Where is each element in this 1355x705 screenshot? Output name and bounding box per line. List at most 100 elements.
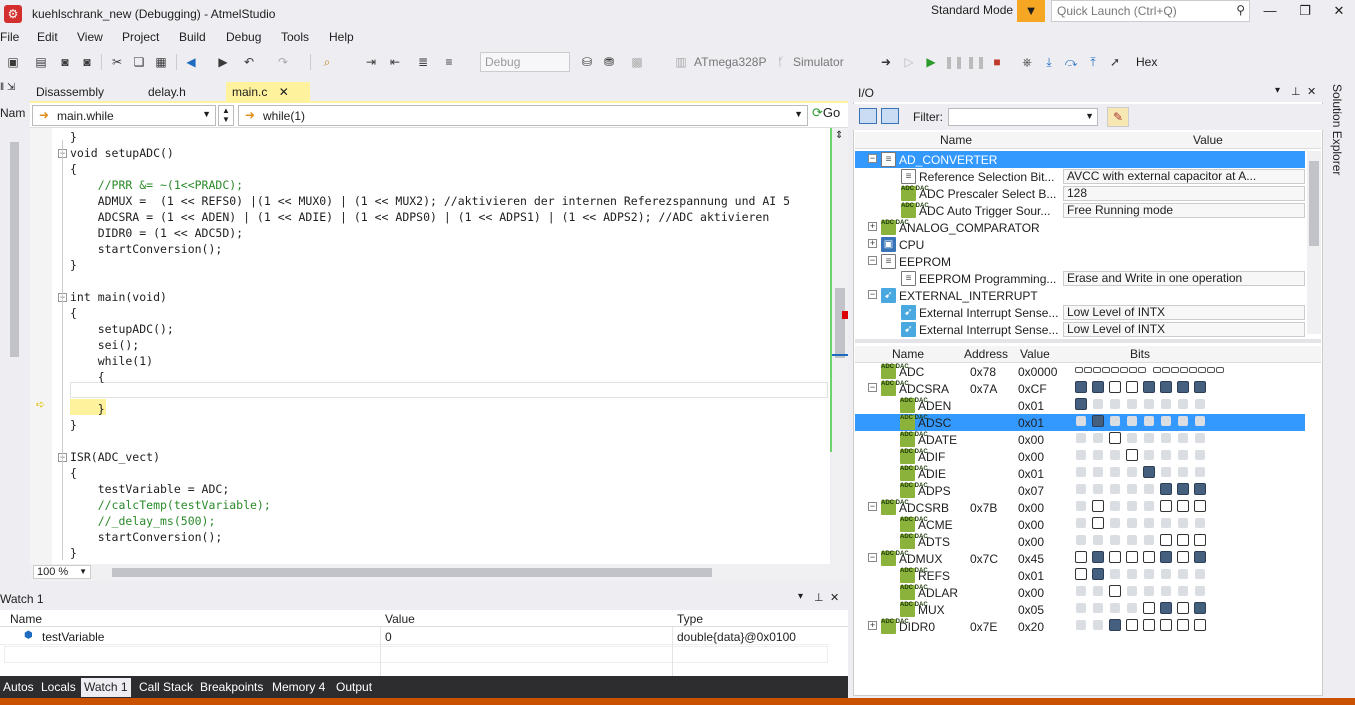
hscroll-thumb[interactable] — [112, 568, 712, 577]
copy-icon[interactable]: ❏ — [130, 53, 148, 71]
collapse-icon[interactable]: − — [868, 256, 877, 265]
tab-call-stack[interactable]: Call Stack — [136, 678, 196, 697]
tab-memory-4[interactable]: Memory 4 — [269, 678, 328, 697]
bit-cell[interactable] — [1194, 500, 1206, 512]
tab-disassembly[interactable]: Disassembly — [30, 82, 110, 102]
code-line[interactable]: { — [70, 306, 77, 322]
bit-cell[interactable] — [1160, 534, 1172, 546]
code-horizontal-scrollbar[interactable] — [30, 564, 848, 581]
menu-help[interactable]: Help — [329, 30, 354, 44]
tab-main-c[interactable]: main.c ✕ — [226, 82, 310, 102]
nav-spinner[interactable]: ▲ ▼ — [218, 105, 234, 126]
start-without-debug-icon[interactable]: ▷ — [900, 53, 918, 71]
periph-col-name[interactable]: Name — [940, 133, 972, 147]
panel-splitter[interactable] — [855, 339, 1321, 343]
table-row[interactable]: ⬢ testVariable 0 double{data}@0x0100 — [0, 628, 828, 645]
atmel-studio-icon[interactable]: ⚙ — [4, 5, 22, 23]
register-value[interactable]: 0x45 — [1018, 552, 1044, 566]
code-line[interactable]: sei(); — [70, 338, 140, 354]
reg-col-address[interactable]: Address — [964, 347, 1008, 361]
bit-cell[interactable] — [1143, 619, 1155, 631]
register-value[interactable]: 0x01 — [1018, 416, 1044, 430]
code-line[interactable]: } — [70, 130, 77, 146]
bit-cell[interactable] — [1194, 483, 1206, 495]
bit-cell[interactable] — [1160, 619, 1172, 631]
run-to-cursor-icon[interactable]: ➚ — [1106, 53, 1124, 71]
dropdown-icon[interactable]: ▾ — [798, 591, 803, 602]
peripheral-value[interactable]: Low Level of INTX — [1063, 322, 1305, 337]
register-value[interactable]: 0x0000 — [1018, 365, 1057, 379]
code-line[interactable]: ADCSRA = (1 << ADEN) | (1 << ADIE) | (1 … — [70, 210, 770, 226]
save-icon[interactable]: ◙ — [56, 53, 74, 71]
tab-delay-h[interactable]: delay.h — [142, 82, 192, 102]
code-line[interactable]: { — [70, 370, 105, 386]
bit-cell[interactable] — [1126, 381, 1138, 393]
list-item[interactable]: − ≡ EEPROM — [855, 253, 1305, 270]
code-line[interactable]: //_delay_ms(500); — [70, 514, 216, 530]
watch-col-value[interactable]: Value — [385, 612, 415, 626]
code-line[interactable]: } — [70, 418, 77, 434]
bit-cell[interactable] — [1160, 500, 1172, 512]
indent-icon[interactable]: ⇥ — [362, 53, 380, 71]
restore-icon[interactable]: ❐ — [1292, 2, 1318, 22]
bit-cell[interactable] — [1075, 381, 1087, 393]
code-line[interactable]: int main(void) — [70, 290, 167, 306]
peripheral-scrollbar[interactable] — [1307, 151, 1321, 334]
register-value[interactable]: 0x00 — [1018, 535, 1044, 549]
register-value[interactable]: 0x00 — [1018, 433, 1044, 447]
tab-output[interactable]: Output — [333, 678, 375, 697]
code-line[interactable]: DIDR0 = (1 << ADC5D); — [70, 226, 243, 242]
bit-cell[interactable] — [1180, 367, 1188, 373]
bit-cell[interactable] — [1084, 367, 1092, 373]
bit-cell[interactable] — [1126, 619, 1138, 631]
register-value[interactable]: 0x05 — [1018, 603, 1044, 617]
build-icon[interactable]: ⛁ — [578, 53, 596, 71]
go-button[interactable]: ⟳Go — [812, 105, 848, 126]
hex-toggle[interactable]: Hex — [1136, 55, 1157, 69]
bit-cell[interactable] — [1109, 619, 1121, 631]
chip-icon[interactable]: ▥ — [672, 53, 690, 71]
bit-cell[interactable] — [1075, 551, 1087, 563]
bit-cell[interactable] — [1160, 551, 1172, 563]
rebuild-icon[interactable]: ⛃ — [600, 53, 618, 71]
scope-select[interactable]: ➜ main.while ▼ — [32, 105, 216, 126]
pin-icon[interactable]: ‖ ⇲ — [0, 82, 24, 98]
hammer-icon[interactable]: ᚶ — [772, 53, 790, 71]
bit-cell[interactable] — [1143, 381, 1155, 393]
pin-icon[interactable]: ⊥ — [814, 591, 824, 604]
bit-cell[interactable] — [1102, 367, 1110, 373]
new-project-icon[interactable]: ▣ — [4, 53, 22, 71]
restart-icon[interactable]: ⎈ — [1018, 53, 1036, 71]
bit-cell[interactable] — [1120, 367, 1128, 373]
bit-cell[interactable] — [1194, 551, 1206, 563]
bit-cell[interactable] — [1194, 534, 1206, 546]
bit-cell[interactable] — [1109, 432, 1121, 444]
bit-cell[interactable] — [1177, 500, 1189, 512]
bit-cell[interactable] — [1207, 367, 1215, 373]
register-value[interactable]: 0x20 — [1018, 620, 1044, 634]
collapse-icon[interactable]: − — [868, 290, 877, 299]
outdent-icon[interactable]: ⇤ — [386, 53, 404, 71]
code-line[interactable]: ADMUX = (1 << REFS0) |(1 << MUX0) | (1 <… — [70, 194, 790, 210]
stop-icon[interactable]: ■ — [988, 53, 1006, 71]
bit-cell[interactable] — [1092, 381, 1104, 393]
code-line[interactable]: //calcTemp(testVariable); — [70, 498, 271, 514]
device-programming-icon[interactable]: ▩ — [628, 53, 646, 71]
code-line[interactable]: { — [70, 162, 77, 178]
bit-cell[interactable] — [1075, 367, 1083, 373]
bit-cell[interactable] — [1143, 602, 1155, 614]
tool-label[interactable]: Simulator — [793, 55, 844, 69]
bit-cell[interactable] — [1198, 367, 1206, 373]
register-value[interactable]: 0x01 — [1018, 467, 1044, 481]
save-all-icon[interactable]: ◙ — [78, 53, 96, 71]
reg-col-value[interactable]: Value — [1020, 347, 1050, 361]
redo-icon[interactable]: ↷ — [274, 53, 292, 71]
tab-autos[interactable]: Autos — [0, 678, 37, 697]
io-filter-input[interactable]: ▼ — [948, 108, 1098, 126]
list-item[interactable]: − ➹ EXTERNAL_INTERRUPT — [855, 287, 1305, 304]
quick-launch-input[interactable]: Quick Launch (Ctrl+Q) ⚲ — [1051, 0, 1250, 22]
code-line[interactable]: { — [70, 466, 77, 482]
menu-view[interactable]: View — [77, 30, 103, 44]
collapse-icon[interactable]: − — [868, 383, 877, 392]
code-line[interactable]: startConversion(); — [70, 530, 223, 546]
